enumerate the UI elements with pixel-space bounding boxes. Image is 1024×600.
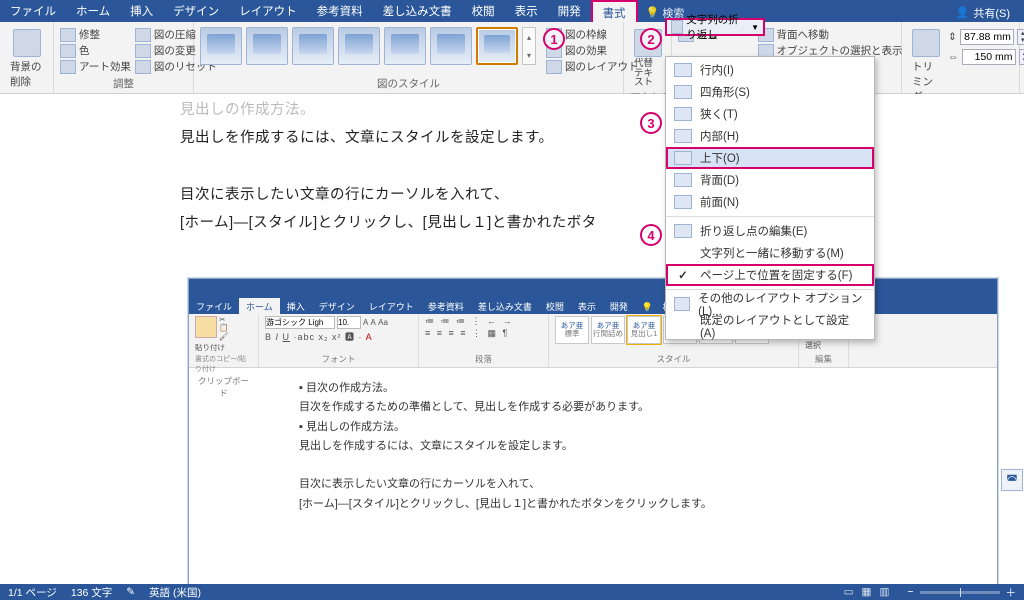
group-adjust-caption: 調整: [60, 76, 187, 93]
layout-options-icon[interactable]: ◚: [1001, 469, 1023, 491]
wrap-square-icon: [674, 85, 692, 99]
embedded-picture[interactable]: ファイルホーム挿入デザインレイアウト参考資料差し込み文書校閲表示開発💡 検索 ✂…: [188, 278, 998, 584]
more-options-icon: [674, 297, 690, 311]
remove-background-button[interactable]: 背景の削除: [6, 27, 47, 91]
pic-style-7[interactable]: [476, 27, 518, 65]
remove-bg-label: 背景の削除: [10, 59, 43, 89]
inner-font-size: [337, 316, 361, 329]
inner-font-name: [265, 316, 335, 329]
status-proof[interactable]: ✎: [126, 586, 135, 598]
send-backward-button[interactable]: 背面へ移動: [758, 27, 903, 42]
inner-page: ▪ 目次の作成方法。 目次を作成するための準備として、見出しを作成する必要があり…: [299, 379, 937, 581]
width-field[interactable]: ⇔ ▴▾: [948, 49, 1024, 65]
wrap-text-label: 文字列の折り返し: [686, 12, 748, 42]
share-label: 共有(S): [973, 5, 1010, 21]
check-icon: ✓: [674, 268, 692, 282]
corrections-button[interactable]: 修整: [60, 27, 131, 42]
tab-mailings[interactable]: 差し込み文書: [373, 0, 462, 22]
tab-developer[interactable]: 開発: [548, 0, 591, 22]
callout-4: 4: [640, 224, 662, 246]
view-buttons[interactable]: ▭▦▥: [840, 586, 894, 598]
tab-design[interactable]: デザイン: [163, 0, 229, 22]
wrap-front[interactable]: 前面(N): [666, 191, 874, 213]
height-spinner[interactable]: ▴▾: [1017, 29, 1024, 45]
artistic-button[interactable]: アート効果: [60, 59, 131, 74]
chevron-down-icon: ▼: [751, 23, 759, 32]
wrap-tight[interactable]: 狭く(T): [666, 103, 874, 125]
color-button[interactable]: 色: [60, 43, 131, 58]
tab-file[interactable]: ファイル: [0, 0, 66, 22]
tab-home[interactable]: ホーム: [66, 0, 120, 22]
pic-style-6[interactable]: [430, 27, 472, 65]
wrap-square[interactable]: 四角形(S): [666, 81, 874, 103]
zoom-slider[interactable]: −＋: [907, 585, 1016, 600]
callout-1: 1: [543, 28, 565, 50]
height-field[interactable]: ⇕ ▴▾: [948, 29, 1024, 45]
wrap-through-icon: [674, 129, 692, 143]
tab-format[interactable]: 書式: [591, 0, 638, 22]
remove-bg-icon: [13, 29, 41, 57]
wrap-move-with-text[interactable]: 文字列と一緒に移動する(M): [666, 242, 874, 264]
pic-style-5[interactable]: [384, 27, 426, 65]
wrap-topbottom[interactable]: 上下(O): [666, 147, 874, 169]
pic-style-4[interactable]: [338, 27, 380, 65]
share-icon: 👤: [956, 6, 970, 19]
pic-style-1[interactable]: [200, 27, 242, 65]
wrap-edit-points[interactable]: 折り返し点の編集(E): [666, 220, 874, 242]
group-styles-caption: 図のスタイル: [200, 76, 617, 93]
inner-tabs: ファイルホーム挿入デザインレイアウト参考資料差し込み文書校閲表示開発💡 検索: [189, 297, 997, 314]
pic-style-3[interactable]: [292, 27, 334, 65]
callout-2: 2: [640, 28, 662, 50]
crop-icon: [912, 29, 940, 57]
inner-ribbon: ✂📋🖌 貼り付け 書式のコピー/貼り付け クリップボード A A Aa B I …: [189, 314, 997, 368]
height-input[interactable]: [960, 29, 1014, 45]
wrap-text-button[interactable]: 文字列の折り返し ▼: [665, 18, 765, 36]
status-page[interactable]: 1/1 ページ: [8, 585, 57, 600]
wrap-topbottom-icon: [674, 151, 692, 165]
tab-view[interactable]: 表示: [505, 0, 548, 22]
wrap-set-default[interactable]: 既定のレイアウトとして設定(A): [666, 315, 874, 337]
alt-text-label: 代替テキスト: [634, 59, 662, 88]
wrap-inline[interactable]: 行内(I): [666, 59, 874, 81]
status-lang[interactable]: 英語 (米国): [149, 585, 201, 600]
status-words[interactable]: 136 文字: [71, 585, 112, 600]
tab-references[interactable]: 参考資料: [307, 0, 373, 22]
callout-3: 3: [640, 112, 662, 134]
tab-review[interactable]: 校閲: [462, 0, 505, 22]
width-spinner[interactable]: ▴▾: [1019, 49, 1024, 65]
tab-insert[interactable]: 挿入: [120, 0, 163, 22]
wrap-fix-on-page[interactable]: ✓ページ上で位置を固定する(F): [666, 264, 874, 286]
width-input[interactable]: [962, 49, 1016, 65]
width-icon: ⇔: [948, 51, 959, 63]
wrap-behind-icon: [674, 173, 692, 187]
wrap-through[interactable]: 内部(H): [666, 125, 874, 147]
height-icon: ⇕: [948, 31, 957, 43]
search-icon: 💡: [646, 6, 660, 19]
pic-style-2[interactable]: [246, 27, 288, 65]
share-button[interactable]: 👤 共有(S): [942, 0, 1024, 22]
tab-layout[interactable]: レイアウト: [229, 0, 307, 22]
wrap-front-icon: [674, 195, 692, 209]
edit-points-icon: [674, 224, 692, 238]
wrap-tight-icon: [674, 107, 692, 121]
wrap-text-menu: 行内(I) 四角形(S) 狭く(T) 内部(H) 上下(O) 背面(D) 前面(…: [665, 56, 875, 340]
inner-titlebar: [189, 279, 997, 297]
wrap-behind[interactable]: 背面(D): [666, 169, 874, 191]
picture-styles-gallery[interactable]: ▴▾: [200, 27, 536, 65]
pic-style-more[interactable]: ▴▾: [522, 27, 536, 65]
status-bar: 1/1 ページ 136 文字 ✎ 英語 (米国) ▭▦▥ −＋: [0, 584, 1024, 600]
wrap-inline-icon: [674, 63, 692, 77]
